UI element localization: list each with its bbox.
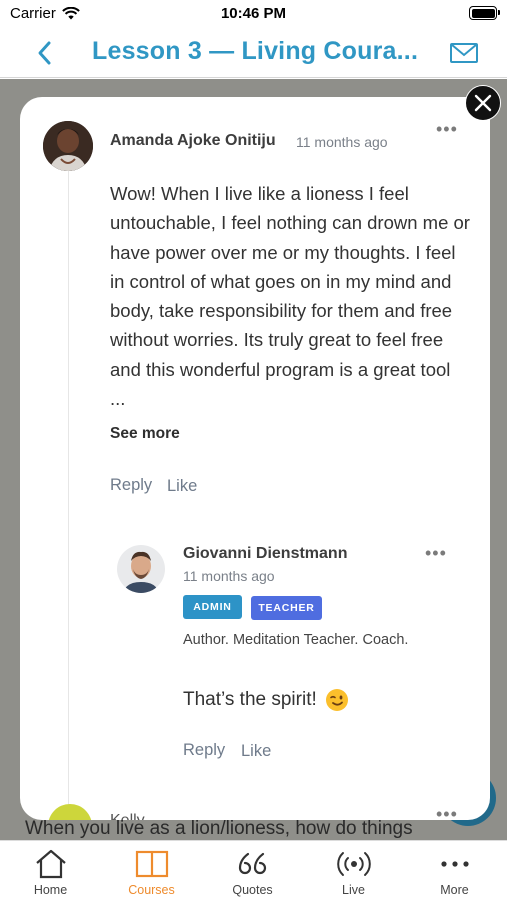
tab-quotes-label: Quotes: [232, 883, 273, 897]
comment-author[interactable]: Amanda Ajoke Onitiju: [110, 132, 276, 150]
tab-courses[interactable]: Courses: [101, 841, 202, 900]
reply-avatar[interactable]: [117, 545, 165, 593]
broadcast-icon: [336, 852, 371, 876]
tab-home[interactable]: Home: [0, 841, 101, 900]
close-icon: [474, 94, 492, 112]
more-dots-icon: [440, 861, 469, 867]
tab-more[interactable]: More: [404, 841, 505, 900]
see-more-link[interactable]: See more: [110, 425, 180, 443]
home-icon: [35, 849, 66, 879]
reply-time: 11 months ago: [183, 568, 275, 584]
tab-home-label: Home: [33, 883, 68, 897]
quote-icon: [238, 852, 266, 875]
reply-button[interactable]: Reply: [110, 476, 152, 495]
battery-icon: [469, 6, 500, 20]
tab-bar: Home Courses Quotes Live More: [0, 840, 507, 900]
tab-live[interactable]: Live: [303, 841, 404, 900]
admin-badge: ADMIN: [183, 595, 242, 619]
avatar[interactable]: [43, 121, 93, 171]
background-lesson-text: When you live as a lion/lioness, how do …: [25, 818, 413, 839]
teacher-badge: TEACHER: [251, 596, 322, 620]
next-comment-avatar[interactable]: [48, 804, 92, 820]
reply-author[interactable]: Giovanni Dienstmann: [183, 545, 347, 563]
reply-reply-button[interactable]: Reply: [183, 741, 225, 760]
thread-line: [68, 169, 69, 820]
like-button[interactable]: Like: [167, 477, 197, 496]
tab-more-label: More: [440, 883, 469, 897]
tab-quotes[interactable]: Quotes: [202, 841, 303, 900]
nav-bar: Lesson 3 — Living Coura...: [0, 28, 507, 78]
back-chevron-icon[interactable]: [30, 38, 60, 68]
tab-live-label: Live: [342, 883, 365, 897]
mail-icon[interactable]: [449, 41, 479, 65]
reply-text: That’s the spirit!: [183, 689, 317, 710]
next-comment-options-icon[interactable]: •••: [436, 805, 458, 820]
comment-time: 11 months ago: [296, 134, 388, 150]
next-comment-author[interactable]: Kelly: [110, 812, 145, 820]
comment-body: Wow! When I live like a lioness I feel u…: [110, 183, 470, 410]
winking-face-icon: [325, 689, 348, 711]
close-button[interactable]: [465, 85, 501, 121]
reply-like-button[interactable]: Like: [241, 742, 271, 761]
status-bar: Carrier 10:46 PM: [0, 0, 507, 28]
reply-body: That’s the spirit!: [183, 688, 349, 712]
comment-options-icon[interactable]: •••: [436, 120, 458, 138]
book-icon: [135, 850, 168, 878]
tab-courses-label: Courses: [128, 883, 175, 897]
clock: 10:46 PM: [220, 5, 287, 22]
page-title: Lesson 3 — Living Coura...: [92, 37, 419, 65]
reply-options-icon[interactable]: •••: [425, 544, 447, 562]
reply-author-bio: Author. Meditation Teacher. Coach.: [183, 632, 409, 648]
comment-thread-modal: Amanda Ajoke Onitiju 11 months ago ••• W…: [20, 97, 490, 820]
